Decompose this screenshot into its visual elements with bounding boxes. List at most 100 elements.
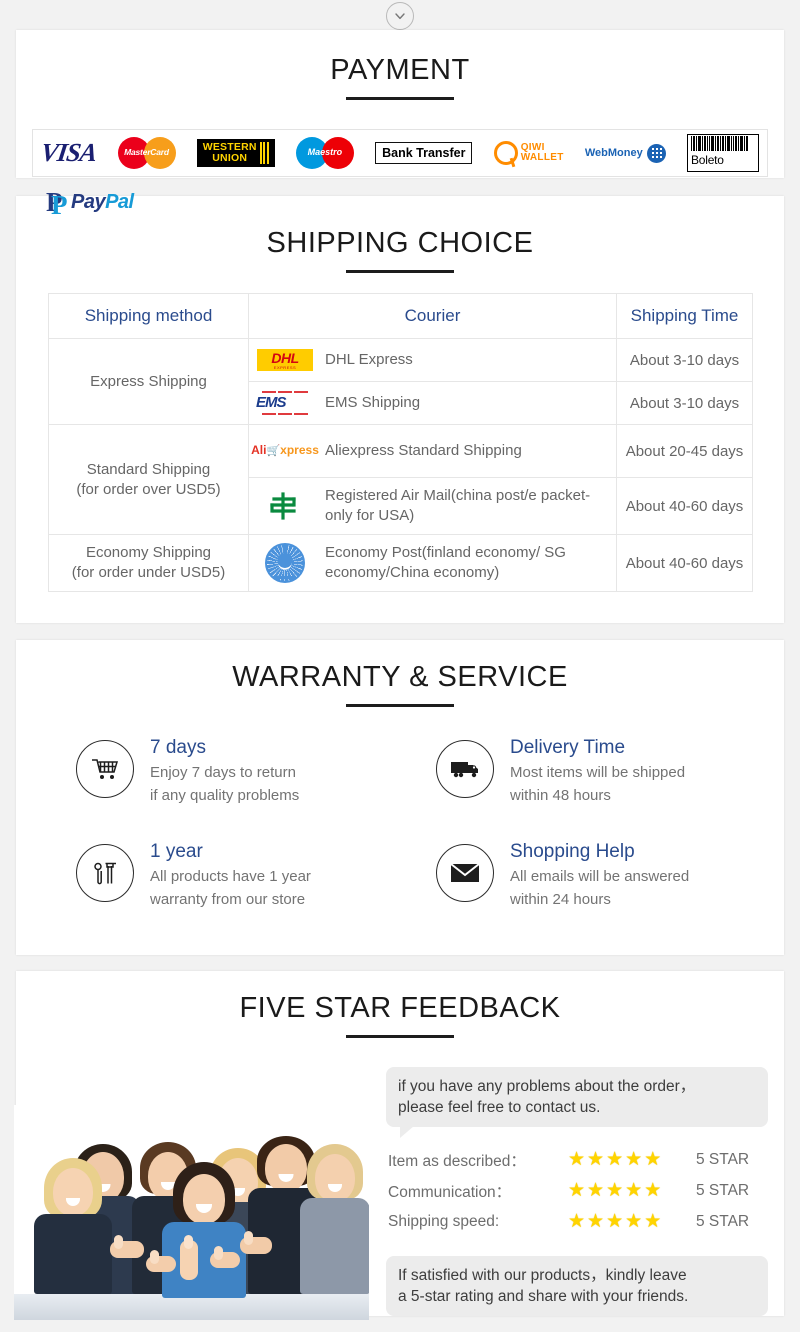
cell-courier-aliexpress: Ali🛒xpress Aliexpress Standard Shipping: [248, 424, 617, 478]
payment-method-western-union: WESTERN UNION: [196, 133, 275, 173]
warranty-item-heading: 7 days: [150, 737, 206, 758]
warranty-item-text: 7 days Enjoy 7 days to return if any qua…: [150, 736, 299, 806]
cell-courier-dhl: DHL EXPRESS DHL Express: [248, 338, 617, 382]
table-row: Economy Shipping (for order under USD5) …: [48, 534, 753, 592]
feedback-title-rule: [346, 1035, 454, 1038]
feedback-contact-line2: please feel free to contact us.: [398, 1099, 601, 1116]
cell-courier-ems: EMS EMS Shipping: [248, 381, 617, 425]
cell-time-ems: About 3-10 days: [616, 381, 753, 425]
payment-method-visa: VISA: [39, 133, 98, 173]
warranty-item-returns: 7 days Enjoy 7 days to return if any qua…: [76, 736, 436, 806]
paypal-icon: P P: [46, 189, 68, 219]
courier-name: EMS Shipping: [325, 394, 421, 411]
warranty-item-text: Shopping Help All emails will be answere…: [510, 840, 689, 910]
warranty-item-heading: 1 year: [150, 841, 203, 862]
method-note: (for order over USD5): [76, 480, 221, 498]
feedback-ratings-list: Item as described： ★ ★ ★ ★ ★ 5 STAR Communic…: [388, 1144, 768, 1237]
courier-name: DHL Express: [325, 351, 413, 368]
bank-transfer-icon: Bank Transfer: [375, 142, 473, 164]
cell-time-aliexpress: About 20-45 days: [616, 424, 753, 478]
un-post-logo: [255, 543, 315, 583]
warranty-item-text: Delivery Time Most items will be shipped…: [510, 736, 685, 806]
maestro-label: Maestro: [307, 147, 343, 157]
boleto-label: Boleto: [690, 153, 724, 167]
shopping-cart-icon: [76, 740, 134, 798]
method-name: Standard Shipping: [86, 460, 211, 478]
cell-method-economy: Economy Shipping (for order under USD5): [48, 534, 249, 592]
payment-title: PAYMENT: [330, 54, 470, 86]
cell-time-dhl: About 3-10 days: [616, 338, 753, 382]
aliexpress-logo: Ali🛒xpress: [251, 444, 319, 458]
warranty-item-line1: All products have 1 year: [150, 868, 311, 885]
payment-method-qiwi-wallet: QIWI WALLET: [493, 133, 564, 173]
rating-label: Item as described：: [388, 1152, 526, 1170]
warranty-item-line1: All emails will be answered: [510, 868, 690, 885]
shipping-table: Shipping method Courier Shipping Time Ex…: [48, 293, 753, 592]
warranty-item-shopping-help: Shopping Help All emails will be answere…: [436, 840, 776, 910]
cell-time-china-post: About 40-60 days: [616, 477, 753, 535]
tools-icon: [76, 844, 134, 902]
warranty-item-line2: within 48 hours: [510, 787, 611, 804]
rating-value: 5 STAR: [696, 1181, 750, 1199]
warranty-item-heading: Shopping Help: [510, 841, 635, 862]
feedback-request-bubble: If satisfied with our products，kindly le…: [386, 1256, 768, 1316]
mastercard-icon: MasterCard: [117, 136, 176, 170]
warranty-item-line2: warranty from our store: [150, 891, 306, 908]
method-name: Economy Shipping: [85, 544, 212, 561]
warranty-item-heading: Delivery Time: [510, 737, 626, 758]
warranty-title: WARRANTY & SERVICE: [232, 661, 568, 693]
happy-customers-photo: [14, 1105, 369, 1320]
aliexpress-logo-xpress: xpress: [280, 443, 319, 457]
ems-logo: EMS: [255, 391, 315, 415]
payment-section: PAYMENT VISA MasterCard WESTERN UNION Ma…: [16, 30, 784, 178]
shipping-title: SHIPPING CHOICE: [266, 227, 534, 259]
rating-row-shipping-speed: Shipping speed: ★ ★ ★ ★ ★ 5 STAR: [388, 1206, 768, 1237]
payment-method-maestro: Maestro: [295, 133, 354, 173]
warranty-item-one-year: 1 year All products have 1 year warranty…: [76, 840, 436, 910]
warranty-item-line1: Enjoy 7 days to return: [150, 764, 296, 781]
delivery-truck-icon: [436, 740, 494, 798]
courier-name: Economy Post(finland economy/ SG economy…: [325, 544, 566, 581]
ems-logo-text: EMS: [256, 394, 286, 411]
rating-label: Communication：: [388, 1183, 512, 1201]
warranty-item-line2: within 24 hours: [510, 891, 611, 908]
qiwi-label-bottom: WALLET: [520, 152, 564, 163]
five-star-icon: ★ ★ ★ ★ ★: [568, 1211, 662, 1232]
warranty-item-line1: Most items will be shipped: [510, 764, 686, 781]
courier-name: Registered Air Mail(china post/e packet-…: [325, 487, 591, 524]
envelope-icon: [436, 844, 494, 902]
product-description-page: PAYMENT VISA MasterCard WESTERN UNION Ma…: [0, 0, 800, 1332]
rating-value: 5 STAR: [696, 1150, 750, 1168]
western-union-icon: WESTERN UNION: [196, 139, 275, 167]
aliexpress-logo-ali: Ali: [251, 443, 267, 457]
paypal-text-pal: Pal: [105, 190, 134, 213]
paypal-wordmark: PayPal: [71, 191, 134, 214]
feedback-contact-line1: if you have any problems about the order…: [398, 1078, 696, 1095]
mastercard-label: MasterCard: [124, 147, 169, 157]
warranty-item-text: 1 year All products have 1 year warranty…: [150, 840, 311, 910]
payment-title-rule: [346, 97, 454, 100]
courier-name: Aliexpress Standard Shipping: [325, 442, 522, 459]
webmoney-globe-icon: [646, 143, 666, 163]
payment-method-boleto: Boleto: [686, 133, 759, 173]
warranty-item-delivery-time: Delivery Time Most items will be shipped…: [436, 736, 776, 806]
warranty-item-line2: if any quality problems: [150, 787, 300, 804]
expand-bar: [0, 0, 800, 30]
chevron-down-icon[interactable]: [386, 2, 414, 30]
webmoney-label: WebMoney: [584, 147, 643, 159]
rating-row-communication: Communication： ★ ★ ★ ★ ★ 5 STAR: [388, 1175, 768, 1206]
cell-method-standard: Standard Shipping (for order over USD5): [48, 424, 249, 535]
payment-methods-strip: VISA MasterCard WESTERN UNION Maestro Ba…: [32, 129, 768, 177]
feedback-request-line2: a 5-star rating and share with your frie…: [398, 1288, 689, 1305]
table-row: Standard Shipping (for order over USD5) …: [48, 424, 753, 535]
rating-label: Shipping speed:: [388, 1212, 500, 1230]
western-union-bars-icon: [259, 142, 269, 164]
feedback-title: FIVE STAR FEEDBACK: [239, 992, 561, 1024]
paypal-text-pay: Pay: [71, 190, 106, 213]
cell-method-express: Express Shipping: [48, 338, 249, 425]
feedback-request-line1: If satisfied with our products，kindly le…: [398, 1267, 687, 1284]
maestro-icon: Maestro: [295, 136, 354, 170]
warranty-section: WARRANTY & SERVICE 7 days Enjoy 7 days t…: [16, 640, 784, 955]
dhl-logo-subtext: EXPRESS: [273, 365, 297, 370]
column-header-shipping-method: Shipping method: [48, 293, 249, 339]
